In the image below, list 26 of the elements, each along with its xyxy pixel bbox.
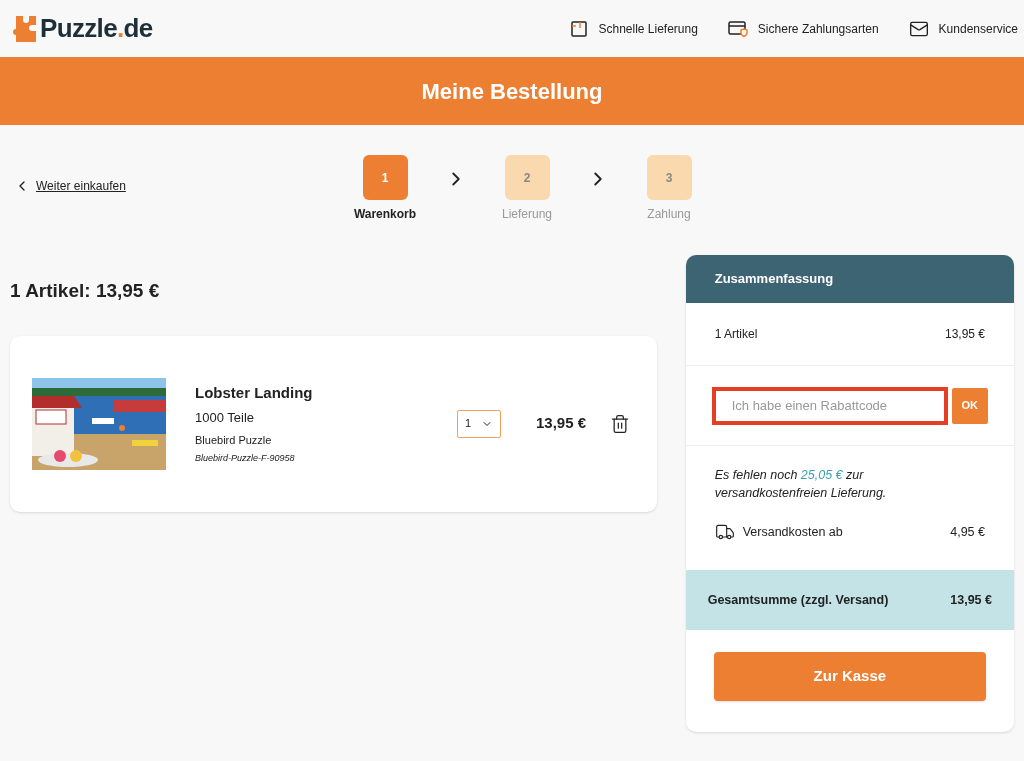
page-title: Meine Bestellung <box>421 77 603 106</box>
product-brand: Bluebird Puzzle <box>195 432 273 448</box>
product-sku: Bluebird-Puzzle-F-90958 <box>195 452 296 465</box>
summary-title: Zusammenfassung <box>714 270 834 289</box>
items-total: 13,95 € <box>944 326 985 343</box>
truck-icon <box>714 522 735 542</box>
product-title: Lobster Landing <box>195 382 314 403</box>
shipping-cost: 4,95 € <box>950 523 985 541</box>
items-label: 1 Artikel <box>714 326 758 343</box>
total-label: Gesamtsumme (zzgl. Versand) <box>707 591 889 609</box>
header-link[interactable]: Sichere Zahlungsarten <box>727 19 879 38</box>
header-link[interactable]: Kundenservice <box>908 18 1018 39</box>
item-price: 13,95 € <box>536 413 587 434</box>
back-link[interactable]: Weiter einkaufen <box>14 177 126 195</box>
cart-heading: 1 Artikel: 13,95 € <box>10 279 161 303</box>
free-shipping-note: Es fehlen noch 25,05 € zur versandkostenfreien Lieferung. <box>714 467 888 502</box>
total-amount: 13,95 € <box>950 591 992 609</box>
box-icon <box>570 19 589 38</box>
header-link[interactable]: Schnelle Lieferung <box>570 19 698 38</box>
logo[interactable]: Puzzle.de <box>12 9 153 48</box>
trash-icon[interactable] <box>610 413 631 434</box>
card-shield-icon <box>727 19 748 38</box>
product-pieces: 1000 Teile <box>195 409 256 427</box>
quantity-select[interactable]: 1 <box>457 409 501 438</box>
coupon-field[interactable]: Ich habe einen Rabattcode <box>711 386 948 425</box>
shipping-label: Versandkosten ab <box>742 523 843 541</box>
